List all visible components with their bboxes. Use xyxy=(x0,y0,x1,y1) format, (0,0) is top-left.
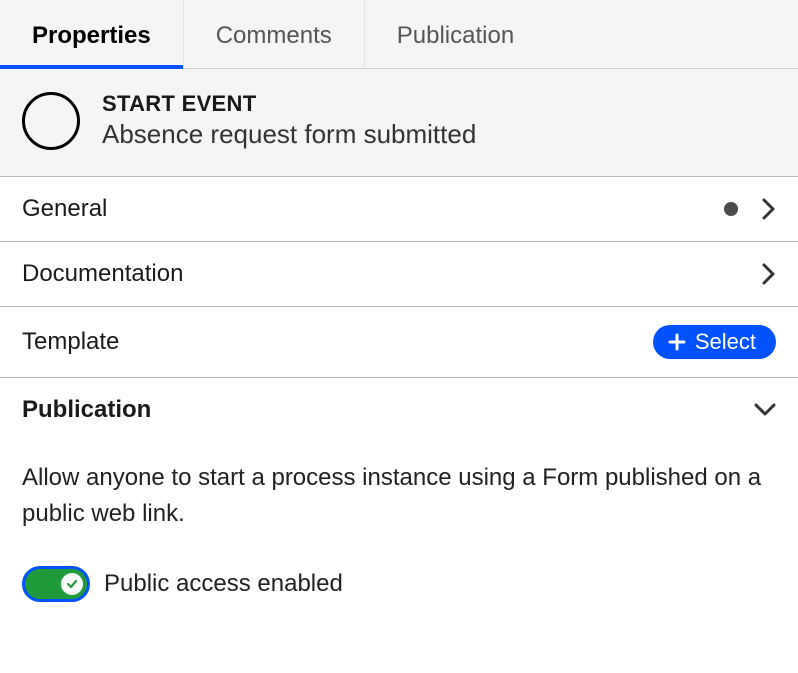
check-icon xyxy=(66,578,78,590)
section-template[interactable]: Template Select xyxy=(0,307,798,378)
element-title: Absence request form submitted xyxy=(102,119,476,150)
toggle-knob-icon xyxy=(61,573,83,595)
tab-publication[interactable]: Publication xyxy=(365,0,546,68)
section-template-label: Template xyxy=(22,328,119,356)
element-header: START EVENT Absence request form submitt… xyxy=(0,69,798,177)
section-publication-header[interactable]: Publication xyxy=(0,378,798,442)
section-publication-body: Allow anyone to start a process instance… xyxy=(0,442,798,626)
start-event-icon xyxy=(22,92,80,150)
public-access-toggle-label: Public access enabled xyxy=(104,570,343,598)
public-access-toggle[interactable] xyxy=(22,566,90,602)
section-general[interactable]: General xyxy=(0,177,798,242)
chevron-down-icon xyxy=(754,403,776,417)
section-general-label: General xyxy=(22,195,107,223)
section-documentation-label: Documentation xyxy=(22,260,183,288)
tab-comments[interactable]: Comments xyxy=(184,0,365,68)
chevron-right-icon xyxy=(762,263,776,285)
chevron-right-icon xyxy=(762,198,776,220)
plus-icon xyxy=(667,332,687,352)
element-type-label: START EVENT xyxy=(102,91,476,117)
public-access-toggle-row: Public access enabled xyxy=(22,566,776,602)
select-template-label: Select xyxy=(695,329,756,355)
select-template-button[interactable]: Select xyxy=(653,325,776,359)
tabs-bar: Properties Comments Publication xyxy=(0,0,798,69)
element-header-text: START EVENT Absence request form submitt… xyxy=(102,91,476,150)
tab-properties[interactable]: Properties xyxy=(0,0,184,68)
publication-description: Allow anyone to start a process instance… xyxy=(22,460,776,532)
section-documentation[interactable]: Documentation xyxy=(0,242,798,307)
section-publication-label: Publication xyxy=(22,396,151,424)
indicator-dot-icon xyxy=(724,202,738,216)
